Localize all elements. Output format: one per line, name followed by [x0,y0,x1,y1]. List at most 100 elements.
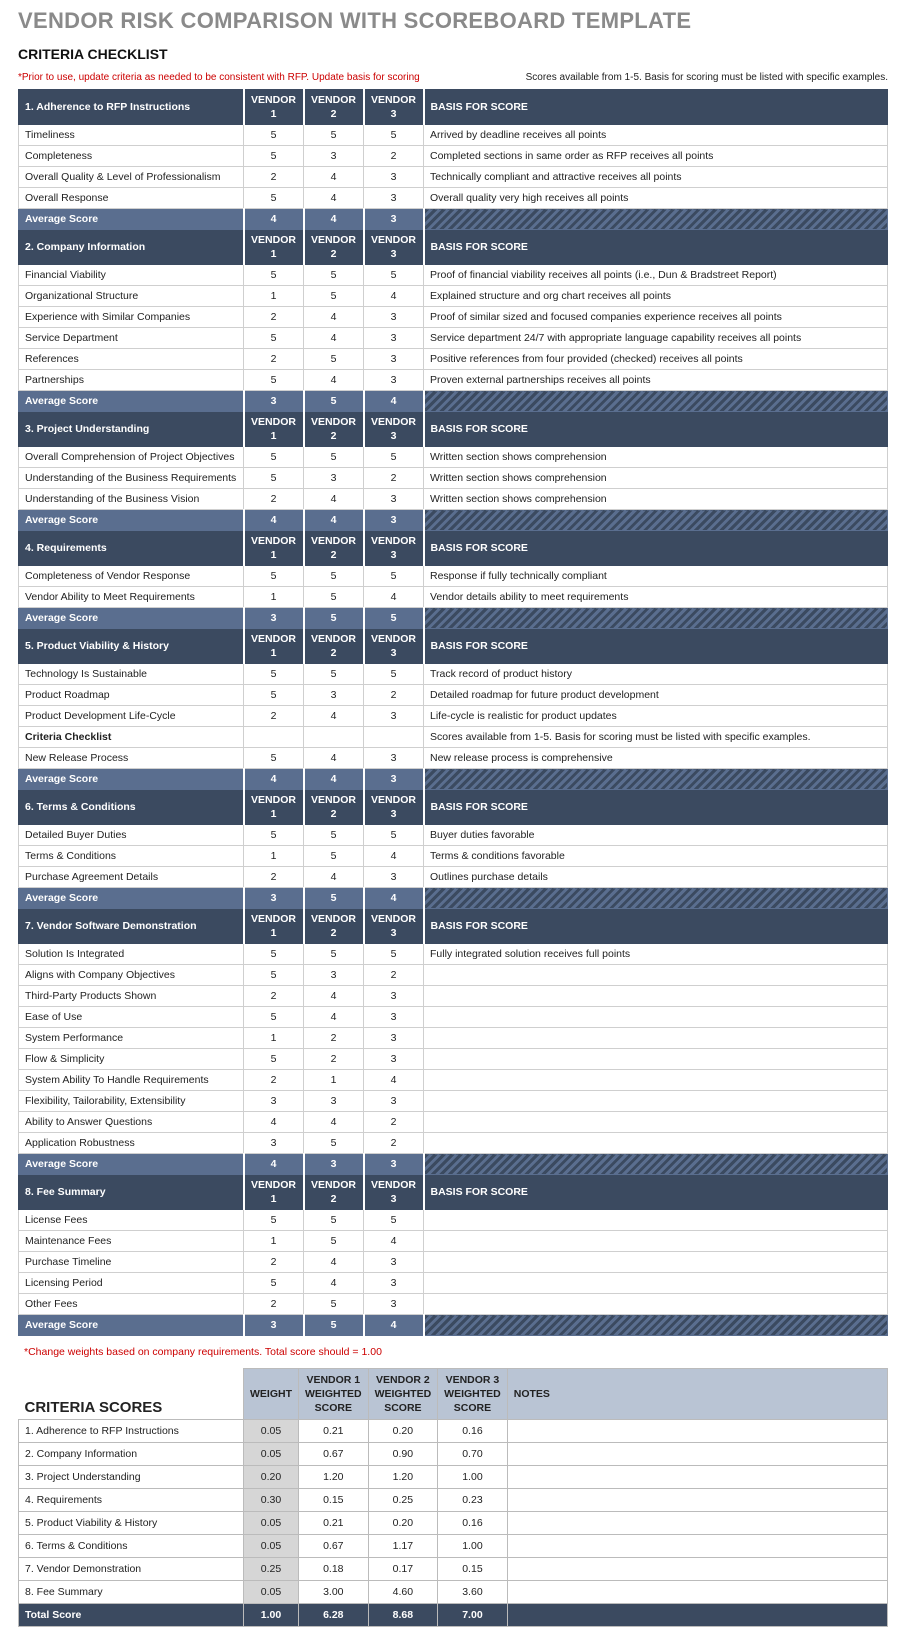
weight-cell: 0.05 [244,1443,299,1466]
average-cell: 3 [244,888,304,909]
weighted-score: 1.17 [368,1535,438,1558]
average-row: Average Score443 [19,510,888,531]
notes-cell [507,1443,887,1466]
note-right: Scores available from 1-5. Basis for sco… [526,72,888,83]
average-row: Average Score354 [19,888,888,909]
scores-row: 5. Product Viability & History0.050.210.… [19,1512,888,1535]
score-cell: 4 [304,986,364,1007]
vendor-header: VENDOR 3 [364,629,424,664]
average-row: Average Score433 [19,1154,888,1175]
footnote: *Change weights based on company require… [0,1336,906,1368]
table-row: Completeness of Vendor Response555Respon… [19,566,888,587]
basis-cell: Life-cycle is realistic for product upda… [424,706,888,727]
section-header: 8. Fee SummaryVENDOR 1VENDOR 2VENDOR 3BA… [19,1175,888,1210]
basis-cell: Terms & conditions favorable [424,846,888,867]
score-cell: 3 [244,1091,304,1112]
scores-row: 4. Requirements0.300.150.250.23 [19,1489,888,1512]
vendor-header: VENDOR 1 [244,230,304,265]
table-row: Product Roadmap532Detailed roadmap for f… [19,685,888,706]
scores-criteria: 7. Vendor Demonstration [19,1558,244,1581]
average-cell: 4 [364,888,424,909]
score-cell: 1 [244,1231,304,1252]
average-basis [424,1315,888,1336]
criteria-cell: Overall Response [19,188,244,209]
score-cell: 5 [244,1007,304,1028]
score-cell: 3 [364,370,424,391]
section-header: 2. Company InformationVENDOR 1VENDOR 2VE… [19,230,888,265]
score-cell: 3 [364,1049,424,1070]
average-cell: 4 [304,769,364,790]
scores-row: 7. Vendor Demonstration0.250.180.170.15 [19,1558,888,1581]
table-row: New Release Process543New release proces… [19,748,888,769]
score-cell: 4 [304,1252,364,1273]
score-cell: 4 [304,307,364,328]
score-cell: 2 [244,867,304,888]
table-row: Purchase Agreement Details243Outlines pu… [19,867,888,888]
section-title-cell: 4. Requirements [19,531,244,566]
average-cell: 5 [304,888,364,909]
basis-cell: Response if fully technically compliant [424,566,888,587]
weighted-score: 0.21 [299,1420,369,1443]
criteria-cell: License Fees [19,1210,244,1231]
score-cell: 5 [364,566,424,587]
v2-header: VENDOR 2 WEIGHTED SCORE [368,1369,438,1420]
score-cell: 3 [304,1091,364,1112]
weighted-score: 1.20 [368,1466,438,1489]
basis-cell: Service department 24/7 with appropriate… [424,328,888,349]
scores-header-row: CRITERIA SCORESWEIGHTVENDOR 1 WEIGHTED S… [19,1369,888,1420]
basis-header: BASIS FOR SCORE [424,909,888,944]
score-cell: 1 [304,1070,364,1091]
score-cell: 2 [244,307,304,328]
notes-cell [507,1420,887,1443]
score-cell: 4 [364,587,424,608]
basis-cell: Vendor details ability to meet requireme… [424,587,888,608]
table-row: Purchase Timeline243 [19,1252,888,1273]
basis-cell [424,1133,888,1154]
score-cell: 5 [304,125,364,146]
section-header: 4. RequirementsVENDOR 1VENDOR 2VENDOR 3B… [19,531,888,566]
score-cell: 5 [244,1049,304,1070]
criteria-cell: Ease of Use [19,1007,244,1028]
basis-header: BASIS FOR SCORE [424,790,888,825]
basis-cell: Written section shows comprehension [424,468,888,489]
section-title: CRITERIA CHECKLIST [0,38,906,66]
score-cell: 4 [364,286,424,307]
basis-header: BASIS FOR SCORE [424,90,888,125]
basis-cell: Proof of financial viability receives al… [424,265,888,286]
score-cell: 3 [364,1091,424,1112]
weight-cell: 0.05 [244,1535,299,1558]
weighted-score: 3.60 [438,1581,508,1604]
basis-cell: Fully integrated solution receives full … [424,944,888,965]
average-label: Average Score [19,510,244,531]
average-cell: 5 [364,608,424,629]
weighted-score: 0.15 [299,1489,369,1512]
criteria-cell: Purchase Timeline [19,1252,244,1273]
average-basis [424,1154,888,1175]
score-cell: 3 [304,146,364,167]
vendor-header: VENDOR 2 [304,629,364,664]
average-row: Average Score354 [19,1315,888,1336]
vendor-header: VENDOR 1 [244,1175,304,1210]
basis-cell [424,1070,888,1091]
basis-cell: Track record of product history [424,664,888,685]
average-cell: 3 [364,1154,424,1175]
score-cell: 1 [244,286,304,307]
basis-header: BASIS FOR SCORE [424,412,888,447]
score-cell: 5 [244,468,304,489]
average-cell: 4 [244,209,304,230]
notes-cell [507,1466,887,1489]
average-cell: 4 [304,209,364,230]
table-row: Flow & Simplicity523 [19,1049,888,1070]
table-row: Detailed Buyer Duties555Buyer duties fav… [19,825,888,846]
basis-header: BASIS FOR SCORE [424,629,888,664]
average-row: Average Score354 [19,391,888,412]
table-row: Understanding of the Business Vision243W… [19,489,888,510]
criteria-cell: Technology Is Sustainable [19,664,244,685]
weight-cell: 0.30 [244,1489,299,1512]
vendor-header: VENDOR 3 [364,1175,424,1210]
score-cell [364,727,424,748]
total-score: 7.00 [438,1604,508,1627]
basis-cell [424,1231,888,1252]
average-row: Average Score443 [19,209,888,230]
scores-row: 1. Adherence to RFP Instructions0.050.21… [19,1420,888,1443]
